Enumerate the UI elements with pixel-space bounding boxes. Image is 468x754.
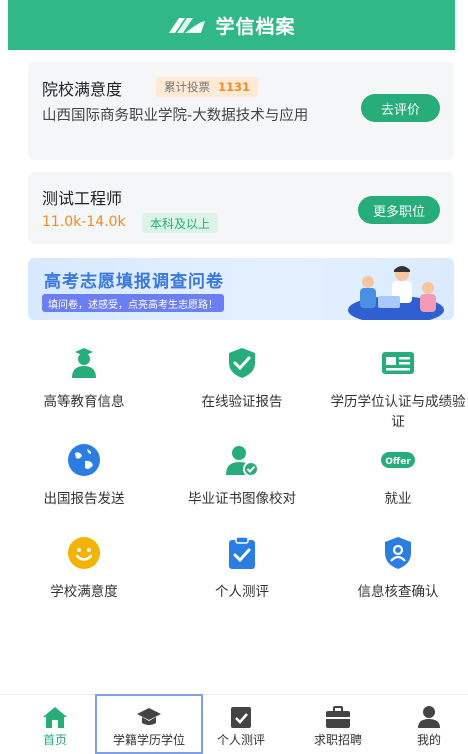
grid-item-info-verify[interactable]: 信息核查确认 bbox=[328, 536, 468, 602]
clipboard-check-icon bbox=[229, 536, 255, 569]
smiley-icon bbox=[68, 537, 100, 569]
grid-label: 毕业证书图像校对 bbox=[188, 491, 296, 507]
grid-label: 就业 bbox=[384, 491, 412, 507]
job-card[interactable]: 测试工程师 11.0k-14.0k 本科及以上 更多职位 bbox=[28, 172, 454, 244]
briefcase-icon bbox=[326, 706, 350, 728]
bottom-tab-bar: 首页 学籍学历学位 个人测评 求职招聘 我的 bbox=[0, 694, 468, 754]
job-title: 测试工程师 bbox=[42, 189, 123, 208]
vote-count: 1131 bbox=[218, 80, 251, 94]
shield-check-icon bbox=[229, 348, 255, 378]
survey-banner[interactable]: 高考志愿填报调查问卷 填问卷，述感受，点亮高考生志愿路！ bbox=[28, 258, 454, 320]
vote-label: 累计投票 bbox=[164, 80, 210, 94]
grid-item-employment[interactable]: Offer 就业 bbox=[328, 443, 468, 509]
grid-item-abroad-report[interactable]: 出国报告发送 bbox=[14, 443, 154, 509]
page-title: 学信档案 bbox=[215, 15, 296, 38]
more-jobs-button[interactable]: 更多职位 bbox=[357, 196, 440, 224]
clipboard-check-icon bbox=[231, 707, 251, 728]
svg-text:Offer: Offer bbox=[385, 457, 411, 467]
grid-label: 学校满意度 bbox=[50, 584, 118, 600]
tab-home[interactable]: 首页 bbox=[20, 695, 90, 754]
grid-item-online-report[interactable]: 在线验证报告 bbox=[172, 346, 312, 412]
shield-user-icon bbox=[385, 537, 411, 569]
grid-item-school-satisfaction[interactable]: 学校满意度 bbox=[14, 536, 154, 602]
grid-label: 信息核查确认 bbox=[357, 584, 439, 600]
grid-item-certificate-check[interactable]: 毕业证书图像校对 bbox=[172, 443, 312, 509]
tab-jobs[interactable]: 求职招聘 bbox=[298, 695, 378, 754]
rate-button[interactable]: 去评价 bbox=[360, 94, 440, 122]
tab-assessment[interactable]: 个人测评 bbox=[206, 695, 276, 754]
grid-label: 学历学位认证与成绩验证 bbox=[330, 394, 466, 430]
grid-label: 在线验证报告 bbox=[201, 394, 283, 410]
person-check-icon bbox=[226, 446, 259, 477]
id-card-icon bbox=[382, 352, 414, 374]
grid-label: 出国报告发送 bbox=[43, 491, 125, 507]
grid-item-education-info[interactable]: 高等教育信息 bbox=[14, 346, 154, 412]
banner-subtitle: 填问卷，述感受，点亮高考生志愿路！ bbox=[42, 294, 224, 312]
tab-focus-highlight bbox=[95, 694, 203, 754]
grid-item-personal-assessment[interactable]: 个人测评 bbox=[172, 536, 312, 602]
job-salary: 11.0k-14.0k bbox=[42, 214, 126, 230]
vote-count-badge: 累计投票 1131 bbox=[156, 77, 259, 97]
graduate-person-icon bbox=[72, 348, 96, 378]
satisfaction-title: 院校满意度 bbox=[42, 80, 123, 99]
globe-icon bbox=[68, 444, 100, 476]
xuexin-logo-icon bbox=[169, 18, 206, 33]
grid-item-degree-cert[interactable]: 学历学位认证与成绩验证 bbox=[328, 346, 468, 432]
grid-label: 高等教育信息 bbox=[43, 394, 125, 410]
user-icon bbox=[418, 706, 440, 728]
school-name: 山西国际商务职业学院-大数据技术与应用 bbox=[42, 108, 309, 124]
offer-icon: Offer bbox=[381, 452, 415, 468]
satisfaction-card[interactable]: 院校满意度 累计投票 1131 山西国际商务职业学院-大数据技术与应用 去评价 bbox=[28, 62, 454, 160]
people-illustration-icon bbox=[348, 266, 444, 320]
app-header: 学信档案 bbox=[8, 0, 455, 50]
banner-title: 高考志愿填报调查问卷 bbox=[44, 272, 224, 292]
grid-label: 个人测评 bbox=[215, 584, 269, 600]
tab-mine[interactable]: 我的 bbox=[394, 695, 464, 754]
home-icon bbox=[43, 707, 67, 728]
education-badge: 本科及以上 bbox=[142, 213, 219, 233]
